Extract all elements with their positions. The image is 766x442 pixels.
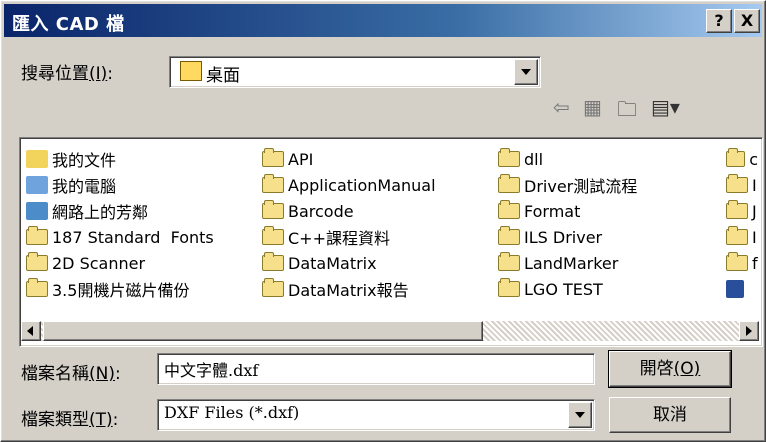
- list-item[interactable]: c: [726, 146, 758, 172]
- list-item[interactable]: Driver測試流程: [498, 172, 637, 198]
- look-in-label: 搜尋位置(I):: [21, 64, 114, 84]
- file-column-4: c I J I f: [726, 146, 758, 302]
- list-item[interactable]: LandMarker: [498, 250, 637, 276]
- list-item[interactable]: ApplicationManual: [262, 172, 436, 198]
- list-item[interactable]: DataMatrix: [262, 250, 436, 276]
- list-item[interactable]: DataMatrix報告: [262, 276, 436, 302]
- folder-icon: [262, 226, 284, 245]
- list-item[interactable]: API: [262, 146, 436, 172]
- scroll-thumb[interactable]: [43, 321, 483, 341]
- list-item[interactable]: 187 Standard Fonts: [26, 224, 214, 250]
- scroll-left-button[interactable]: [21, 321, 41, 341]
- list-item[interactable]: ILS Driver: [498, 224, 637, 250]
- look-in-dropdown-button[interactable]: [514, 59, 538, 85]
- list-item[interactable]: LGO TEST: [498, 276, 637, 302]
- filetype-dropdown-button[interactable]: [568, 402, 592, 428]
- folder-icon: [26, 252, 48, 271]
- filetype-label: 檔案類型(T):: [21, 410, 119, 430]
- list-item[interactable]: J: [726, 198, 758, 224]
- folder-icon: [498, 148, 520, 167]
- close-button[interactable]: X: [734, 9, 760, 33]
- folder-icon: [726, 174, 748, 193]
- list-item[interactable]: I: [726, 224, 758, 250]
- filename-input[interactable]: 中文字體.dxf: [157, 353, 595, 385]
- file-list[interactable]: 我的文件 我的電腦 網路上的芳鄰 187 Standard Fonts 2D S…: [19, 137, 763, 347]
- cancel-button[interactable]: 取消: [609, 397, 731, 433]
- my-documents-icon: [26, 150, 48, 168]
- folder-icon: [262, 174, 284, 193]
- horizontal-scrollbar[interactable]: [21, 321, 759, 341]
- arrow-left-icon: [27, 326, 33, 336]
- list-item[interactable]: f: [726, 250, 758, 276]
- new-folder-icon[interactable]: 🗀: [617, 95, 637, 121]
- folder-icon: [262, 278, 284, 297]
- file-column-1: 我的文件 我的電腦 網路上的芳鄰 187 Standard Fonts 2D S…: [26, 146, 214, 302]
- list-item[interactable]: I: [726, 172, 758, 198]
- folder-icon: [26, 278, 48, 297]
- folder-icon: [262, 200, 284, 219]
- folder-icon: [726, 200, 748, 219]
- folder-icon: [726, 148, 746, 167]
- folder-icon: [498, 252, 520, 271]
- list-item[interactable]: C++課程資料: [262, 224, 436, 250]
- filetype-dropdown[interactable]: DXF Files (*.dxf): [157, 399, 595, 431]
- arrow-right-icon: [746, 326, 752, 336]
- folder-icon: [726, 226, 748, 245]
- list-item[interactable]: 我的電腦: [26, 172, 214, 198]
- title-bar[interactable]: 匯入 CAD 檔 ? X: [4, 4, 762, 37]
- desktop-icon: [180, 61, 202, 81]
- back-icon[interactable]: ⇦: [553, 95, 570, 119]
- list-item[interactable]: 3.5開機片磁片備份: [26, 276, 214, 302]
- look-in-dropdown[interactable]: 桌面: [169, 56, 541, 88]
- list-item[interactable]: 我的文件: [26, 146, 214, 172]
- folder-icon: [498, 278, 520, 297]
- file-column-2: API ApplicationManual Barcode C++課程資料 Da…: [262, 146, 436, 302]
- dialog-title: 匯入 CAD 檔: [12, 14, 125, 35]
- look-in-value: 桌面: [206, 66, 240, 86]
- up-folder-icon[interactable]: ▦: [583, 95, 602, 119]
- filename-label: 檔案名稱(N):: [21, 364, 121, 384]
- view-menu-icon[interactable]: ▤▾: [651, 95, 680, 119]
- folder-icon: [726, 252, 748, 271]
- open-button[interactable]: 開啓(O): [608, 350, 732, 388]
- list-item[interactable]: Barcode: [262, 198, 436, 224]
- network-places-icon: [26, 202, 48, 220]
- import-cad-dialog: 匯入 CAD 檔 ? X 搜尋位置(I): 桌面 ⇦ ▦ 🗀 ▤▾ 我的文件 我…: [0, 0, 766, 442]
- folder-icon: [498, 226, 520, 245]
- my-computer-icon: [26, 176, 48, 194]
- file-column-3: dll Driver測試流程 Format ILS Driver LandMar…: [498, 146, 637, 302]
- list-item[interactable]: [726, 276, 758, 302]
- dxf-file-icon: [726, 280, 744, 298]
- folder-icon: [262, 252, 284, 271]
- folder-icon: [498, 200, 520, 219]
- list-item[interactable]: 2D Scanner: [26, 250, 214, 276]
- help-button[interactable]: ?: [706, 9, 732, 33]
- folder-icon: [26, 226, 48, 245]
- list-item[interactable]: dll: [498, 146, 637, 172]
- scroll-right-button[interactable]: [739, 321, 759, 341]
- list-item[interactable]: Format: [498, 198, 637, 224]
- list-item[interactable]: 網路上的芳鄰: [26, 198, 214, 224]
- folder-icon: [498, 174, 520, 193]
- folder-icon: [262, 148, 284, 167]
